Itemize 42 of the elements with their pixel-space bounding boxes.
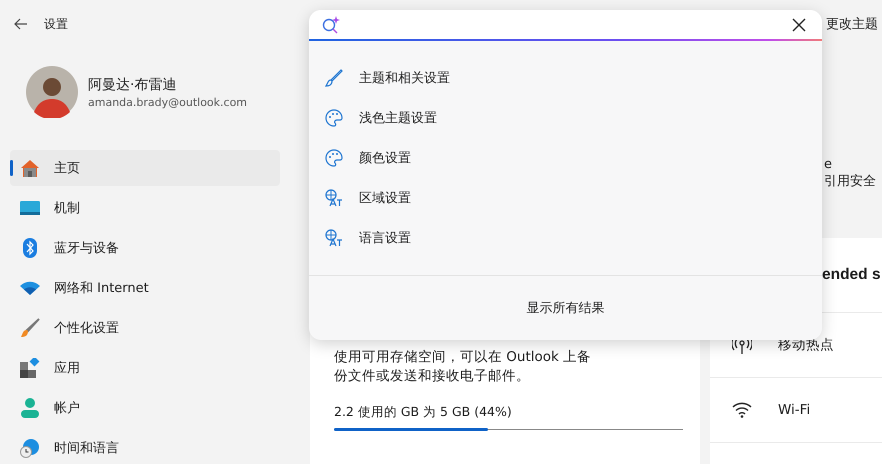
sidebar-item[interactable]: 个性化设置 [10, 310, 280, 346]
search-result[interactable]: 区域设置 [309, 178, 822, 218]
close-icon[interactable] [792, 18, 806, 32]
recommended-item[interactable]: Wi-Fi [710, 378, 882, 443]
sidebar-item[interactable]: 网络和 Internet [10, 270, 280, 306]
paintbrush-icon [20, 318, 40, 338]
search-result[interactable]: 语言设置 [309, 218, 822, 258]
window-title: 设置 [44, 16, 68, 32]
show-all-results-link[interactable]: 显示所有结果 [526, 299, 604, 317]
monitor-icon [20, 200, 40, 216]
card-text: 引用安全 [824, 173, 877, 190]
back-icon[interactable] [14, 18, 28, 30]
person-icon [20, 398, 40, 418]
apps-icon [20, 358, 40, 378]
search-result[interactable]: 主题和相关设置 [309, 58, 822, 98]
wifi-icon [20, 281, 40, 295]
search-result[interactable]: 浅色主题设置 [309, 98, 822, 138]
sidebar-item[interactable]: 机制 [10, 190, 280, 226]
sparkle-search-icon [321, 14, 341, 34]
sidebar-item[interactable]: 应用 [10, 350, 280, 386]
storage-usage: 2.2 使用的 GB 为 5 GB (44%) [334, 404, 513, 421]
palette-icon [325, 109, 343, 127]
sidebar-item[interactable]: 帐户 [10, 390, 280, 426]
user-name: 阿曼达·布雷迪 [88, 76, 178, 94]
sidebar-item[interactable]: 时间和语言 [10, 430, 280, 464]
user-email: amanda.brady@outlook.com [88, 96, 248, 108]
language-icon [325, 229, 343, 247]
card-text: e [824, 156, 833, 173]
palette-icon [325, 149, 343, 167]
globe-clock-icon [20, 438, 40, 458]
search-result[interactable]: 颜色设置 [309, 138, 822, 178]
brush-icon [325, 69, 343, 87]
theme-link[interactable]: 更改主题 [826, 15, 878, 33]
bluetooth-icon [20, 238, 40, 258]
sidebar-item[interactable]: 蓝牙与设备 [10, 230, 280, 266]
storage-description: 使用可用存储空间，可以在 Outlook 上备份文件或发送和接收电子邮件。 [334, 348, 592, 386]
avatar [26, 66, 78, 118]
language-icon [325, 189, 343, 207]
home-icon [20, 159, 40, 177]
sidebar-item[interactable]: 主页 [10, 150, 280, 186]
wifi-icon [732, 402, 752, 418]
recommended-title: ended s [822, 266, 881, 284]
